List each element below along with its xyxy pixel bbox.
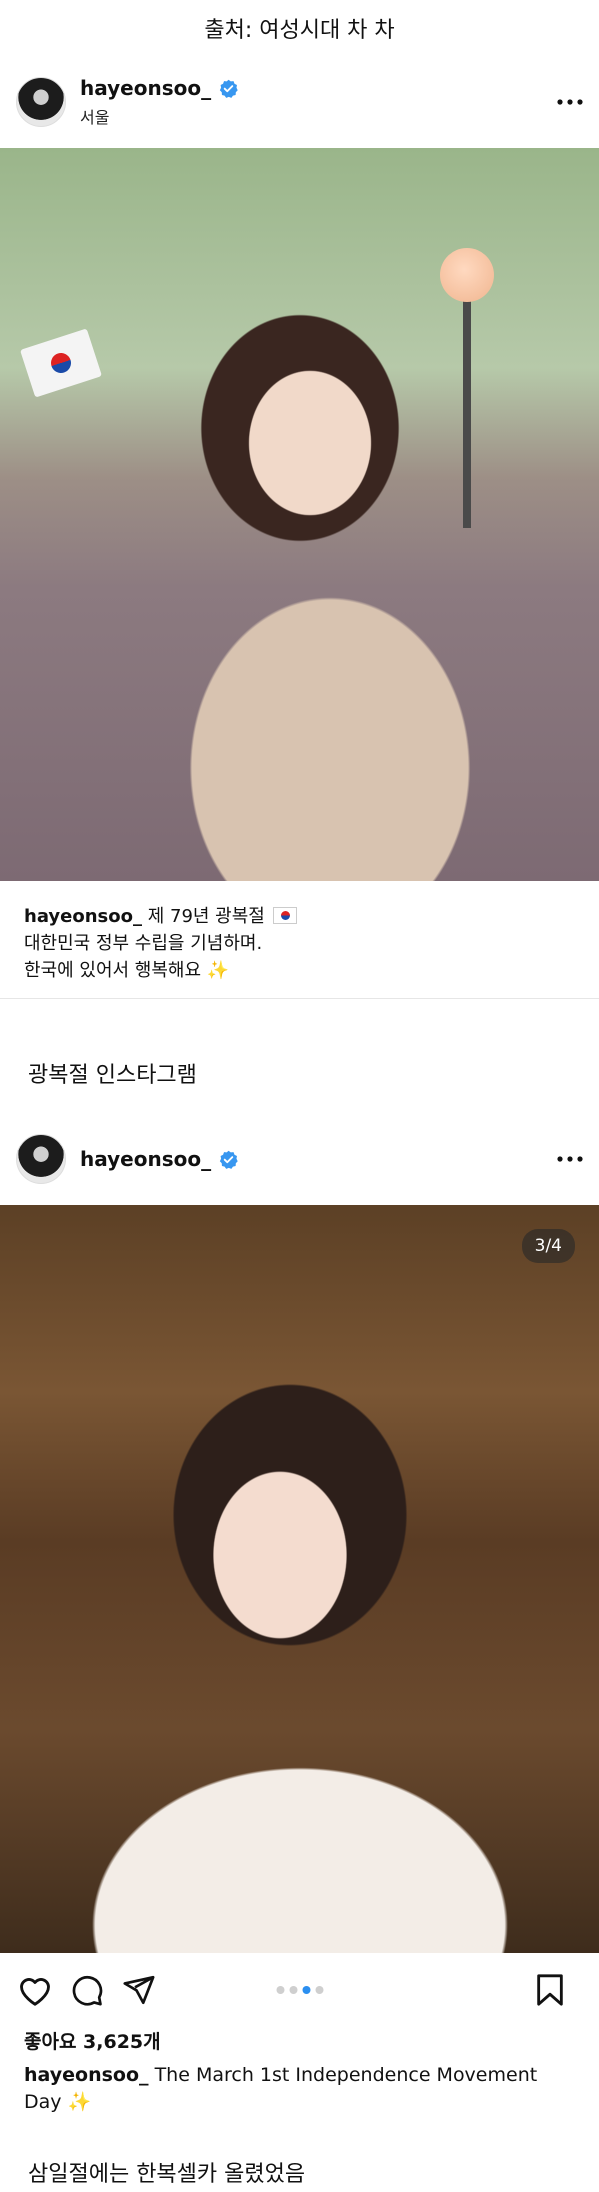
post-username[interactable]: hayeonsoo_ — [80, 76, 211, 100]
avatar[interactable] — [16, 1134, 66, 1184]
action-bar — [0, 1953, 599, 2027]
article-text: 삼일절에는 한복셀카 올렸었음 — [28, 2162, 306, 2187]
avatar[interactable] — [16, 77, 66, 127]
korea-flag-icon — [272, 907, 297, 924]
carousel-dot — [276, 1986, 284, 1994]
like-count[interactable]: 좋아요 3,625개 — [0, 2027, 599, 2054]
image-counter: 3/4 — [521, 1229, 575, 1263]
sparkle-icon: ✨ — [67, 2091, 92, 2113]
post-caption: hayeonsoo_ The March 1st Independence Mo… — [0, 2054, 599, 2116]
post-photo[interactable] — [0, 148, 599, 881]
bookmark-icon[interactable] — [531, 1971, 569, 2009]
lamp-pole-shape — [463, 298, 471, 528]
post-caption: hayeonsoo_ 제 79년 광복절 대한민국 정부 수립을 기념하며. 한… — [0, 881, 599, 984]
source-label: 출처: 여성시대 차 차 — [204, 18, 395, 43]
post-location[interactable]: 서울 — [80, 104, 555, 128]
comment-icon[interactable] — [68, 1971, 106, 2009]
caption-username[interactable]: hayeonsoo_ — [24, 2064, 149, 2086]
more-options-icon[interactable] — [555, 1144, 585, 1174]
caption-line: 대한민국 정부 수립을 기념하며. — [24, 933, 263, 954]
verified-icon — [219, 1150, 238, 1169]
caption-line: 제 79년 광복절 — [147, 906, 265, 927]
lamp-shape — [440, 248, 494, 302]
article-text: 광복절 인스타그램 — [28, 1063, 197, 1088]
verified-icon — [219, 79, 238, 98]
post-header: hayeonsoo_ 서울 — [0, 56, 599, 148]
caption-line: 한국에 있어서 행복해요 — [24, 960, 202, 981]
flag-shape — [19, 328, 103, 398]
sparkle-icon: ✨ — [206, 960, 230, 981]
heart-icon[interactable] — [16, 1971, 54, 2009]
caption-username[interactable]: hayeonsoo_ — [24, 906, 142, 927]
more-options-icon[interactable] — [555, 87, 585, 117]
post-header: hayeonsoo_ — [0, 1113, 599, 1205]
carousel-dot — [289, 1986, 297, 1994]
carousel-indicator — [276, 1986, 323, 1994]
post-photo[interactable]: 3/4 — [0, 1205, 599, 1953]
carousel-dot — [302, 1986, 310, 1994]
post-username[interactable]: hayeonsoo_ — [80, 1147, 211, 1171]
carousel-dot — [315, 1986, 323, 1994]
share-icon[interactable] — [120, 1971, 158, 2009]
